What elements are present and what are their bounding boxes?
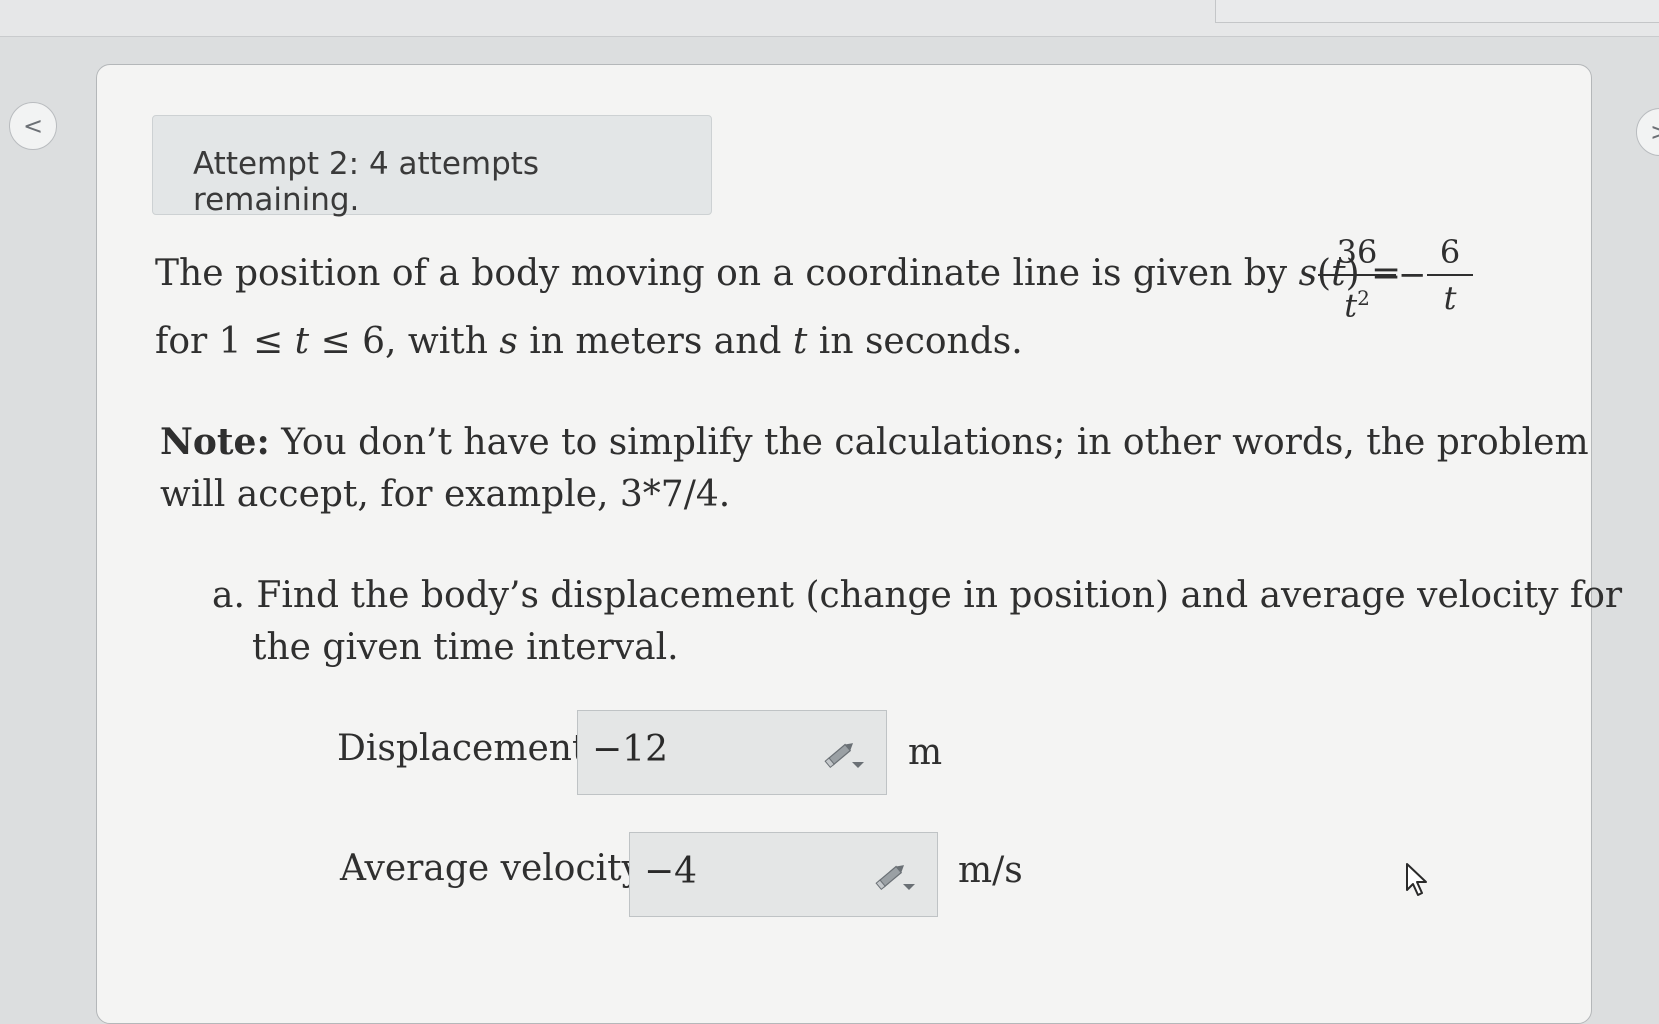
part-a-line-2: the given time interval. (252, 627, 679, 668)
velocity-label: Average velocity: (340, 848, 655, 889)
velocity-input[interactable]: −4 (629, 832, 938, 917)
displacement-unit: m (908, 732, 943, 773)
top-bar (0, 0, 1659, 37)
displacement-value: −12 (592, 729, 668, 770)
part-a-marker: a. (212, 575, 245, 616)
fraction-36-over-t2: 36 t2 (1318, 230, 1396, 328)
velocity-value: −4 (644, 851, 698, 892)
note-label: Note: (160, 421, 270, 463)
displacement-label: Displacement: (337, 728, 599, 769)
fraction-6-over-t: 6 t (1427, 230, 1473, 320)
chevron-right-icon: > (1650, 118, 1659, 146)
minus-sign: − (1398, 255, 1427, 295)
note-line-1: Note: You don’t have to simplify the cal… (160, 421, 1589, 463)
pencil-dropdown-icon[interactable] (875, 859, 917, 893)
part-a-line-1: a. Find the body’s displacement (change … (212, 575, 1623, 616)
velocity-unit: m/s (958, 850, 1023, 891)
mouse-pointer-icon (1406, 863, 1427, 896)
pencil-dropdown-icon[interactable] (824, 737, 866, 771)
problem-line-2: for 1 ≤ t ≤ 6, with s in meters and t in… (155, 321, 1023, 362)
chevron-left-icon: < (22, 112, 44, 140)
problem-line-1: The position of a body moving on a coord… (155, 253, 1402, 294)
top-tab (1215, 0, 1659, 23)
next-question-button[interactable]: > (1636, 108, 1659, 156)
displacement-input[interactable]: −12 (577, 710, 887, 795)
attempt-banner: Attempt 2: 4 attempts remaining. (152, 115, 712, 218)
note-line-2: will accept, for example, 3*7/4. (160, 474, 731, 515)
prev-question-button[interactable]: < (9, 102, 57, 150)
